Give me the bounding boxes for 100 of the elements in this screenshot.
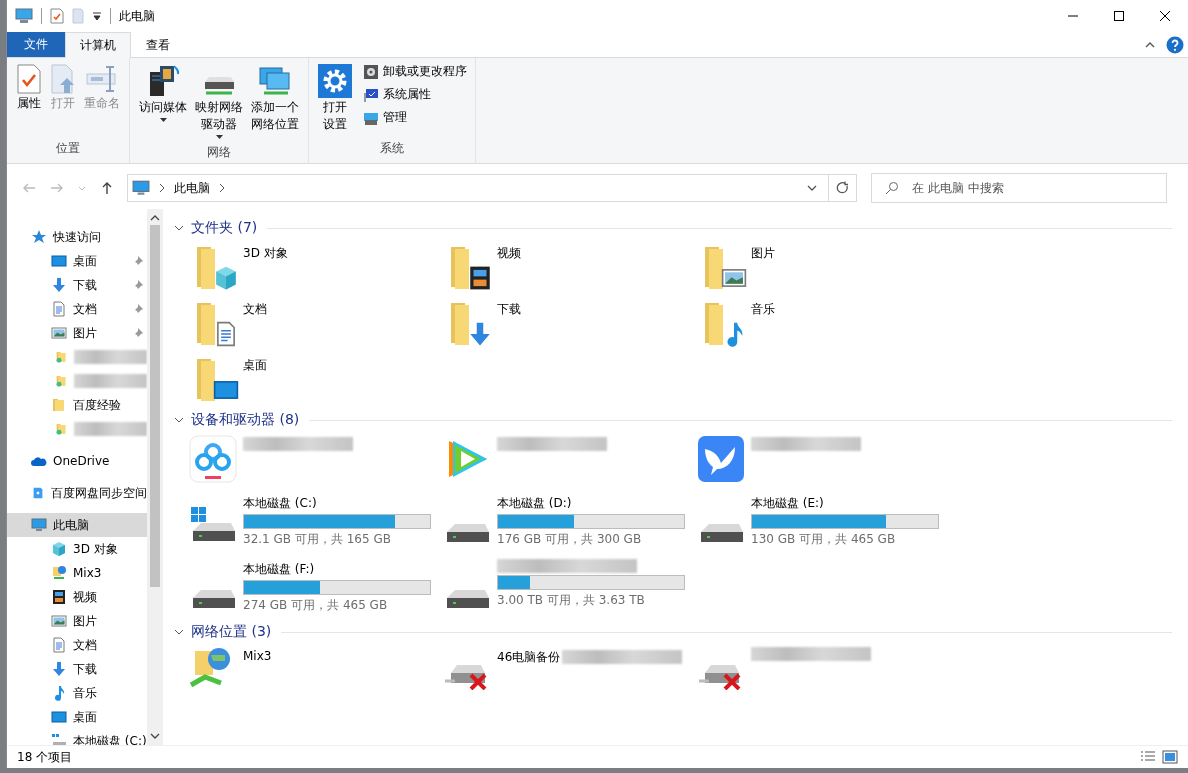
refresh-button[interactable]: [829, 174, 857, 202]
search-field[interactable]: 在 此电脑 中搜索: [871, 173, 1167, 203]
breadcrumb-item[interactable]: 此电脑: [174, 179, 210, 197]
folder-icon: [451, 303, 469, 345]
window-title: 此电脑: [119, 7, 155, 25]
folder-name[interactable]: 音乐: [751, 299, 775, 318]
nav-item[interactable]: 桌面: [7, 249, 147, 273]
computer-icon: [132, 179, 150, 197]
network-folder-icon: [51, 565, 67, 581]
nav-item[interactable]: 音乐: [7, 681, 147, 705]
folder-name[interactable]: 桌面: [243, 355, 267, 374]
address-bar[interactable]: 此电脑: [127, 174, 829, 202]
monitor-check-icon: [363, 86, 379, 103]
checklist-icon[interactable]: [50, 8, 64, 24]
rename-icon: [86, 64, 118, 94]
folder-icon: [55, 349, 68, 365]
page-arrow-icon: [50, 64, 76, 94]
cube-icon: [51, 541, 67, 557]
nav-item[interactable]: 图片: [7, 609, 147, 633]
document-icon: [51, 301, 67, 317]
help-icon[interactable]: [1166, 35, 1184, 54]
drive-name[interactable]: 本地磁盘 (E:): [751, 493, 939, 512]
folder-name[interactable]: 3D 对象: [243, 243, 288, 262]
refresh-icon: [835, 181, 850, 195]
folder-icon: [55, 421, 68, 437]
drive-space-text: 32.1 GB 可用，共 165 GB: [243, 531, 392, 548]
drive-space-text: 176 GB 可用，共 300 GB: [497, 531, 643, 548]
nav-item[interactable]: 百度经验: [7, 393, 147, 417]
drive-name[interactable]: 本地磁盘 (F:): [243, 559, 431, 578]
drive-name[interactable]: 本地磁盘 (D:): [497, 493, 685, 512]
folder-icon: [451, 247, 469, 289]
search-icon: [885, 181, 899, 195]
nav-item[interactable]: 图片: [7, 321, 147, 345]
folder-name[interactable]: 视频: [497, 243, 521, 262]
ribbon-tab[interactable]: 计算机: [65, 32, 131, 58]
folder-icon: [197, 303, 215, 345]
folder-icon: [197, 359, 215, 401]
folder-icon: [197, 247, 215, 289]
section-heading[interactable]: 设备和驱动器 (8): [191, 411, 300, 429]
film-icon: [467, 265, 493, 291]
large-icons-view-icon[interactable]: [1162, 750, 1178, 764]
nav-item[interactable]: 3D 对象: [7, 537, 147, 561]
folder-icon: [51, 397, 67, 413]
ribbon-button[interactable]: 属性: [13, 62, 45, 137]
dropdown-icon[interactable]: [92, 11, 102, 21]
nav-item[interactable]: 文档: [7, 297, 147, 321]
ribbon-button[interactable]: 卸载或更改程序: [361, 62, 469, 81]
section-heading[interactable]: 网络位置 (3): [191, 623, 272, 641]
drive-name[interactable]: 本地磁盘 (C:): [243, 493, 431, 512]
file-tab[interactable]: 文件: [7, 32, 65, 57]
folder-name[interactable]: 文档: [243, 299, 267, 318]
settings-icon: [318, 64, 352, 98]
star-icon: [31, 229, 47, 245]
ribbon-button[interactable]: 系统属性: [361, 85, 469, 104]
ribbon-group-label: 系统: [379, 140, 405, 157]
cloud-app-icon: [189, 435, 237, 483]
section-heading[interactable]: 文件夹 (7): [191, 219, 258, 237]
nav-item[interactable]: 桌面: [7, 705, 147, 729]
download-arrow-icon: [51, 277, 67, 293]
ribbon-button[interactable]: 打开 设置: [315, 62, 355, 137]
folder-name[interactable]: 图片: [751, 243, 775, 262]
disconnected-drive-icon: [697, 664, 741, 690]
nav-item[interactable]: OneDrive: [7, 449, 147, 473]
film-icon: [51, 589, 67, 605]
nav-item[interactable]: 视频: [7, 585, 147, 609]
network-location-name[interactable]: 46电脑备份: [497, 647, 561, 666]
drive-space-text: 274 GB 可用，共 465 GB: [243, 597, 389, 614]
folder-name[interactable]: 下载: [497, 299, 521, 318]
nav-item[interactable]: Mix3: [7, 561, 147, 585]
ribbon-button[interactable]: 添加一个 网络位置: [248, 62, 302, 141]
item-count: 18 个项目: [17, 748, 73, 766]
ribbon-button[interactable]: 管理: [361, 108, 469, 127]
ribbon-button[interactable]: 访问媒体: [136, 62, 190, 141]
bird-app-icon: [697, 435, 745, 483]
picture-icon: [51, 325, 67, 341]
picture-icon: [51, 613, 67, 629]
document-icon: [51, 637, 67, 653]
nav-item[interactable]: 快速访问: [7, 225, 147, 249]
chevron-icon: [158, 183, 166, 193]
cube-icon: [213, 265, 239, 291]
nav-item[interactable]: 文档: [7, 633, 147, 657]
nav-item[interactable]: 下载: [7, 273, 147, 297]
network-location-name[interactable]: Mix3: [243, 647, 272, 663]
computer-icon: [31, 517, 47, 533]
disconnected-drive-icon: [443, 664, 487, 690]
download-arrow-icon: [51, 661, 67, 677]
checked-page-icon: [16, 64, 42, 94]
ribbon-button[interactable]: 映射网络 驱动器: [192, 62, 246, 141]
scrollbar[interactable]: [147, 209, 163, 745]
folder-icon: [705, 303, 723, 345]
drive-space-text: 3.00 TB 可用，共 3.63 TB: [497, 592, 646, 609]
computer-icon: [15, 8, 33, 24]
desktop-icon: [51, 709, 67, 725]
nav-item[interactable]: 百度网盘同步空间: [7, 481, 147, 505]
cloud-folder-icon: [31, 485, 45, 501]
folder-icon: [705, 247, 723, 289]
nav-item[interactable]: 下载: [7, 657, 147, 681]
desktop-icon: [51, 253, 67, 269]
nav-item[interactable]: 此电脑: [7, 513, 147, 537]
ribbon-group-label: 网络: [206, 144, 232, 161]
